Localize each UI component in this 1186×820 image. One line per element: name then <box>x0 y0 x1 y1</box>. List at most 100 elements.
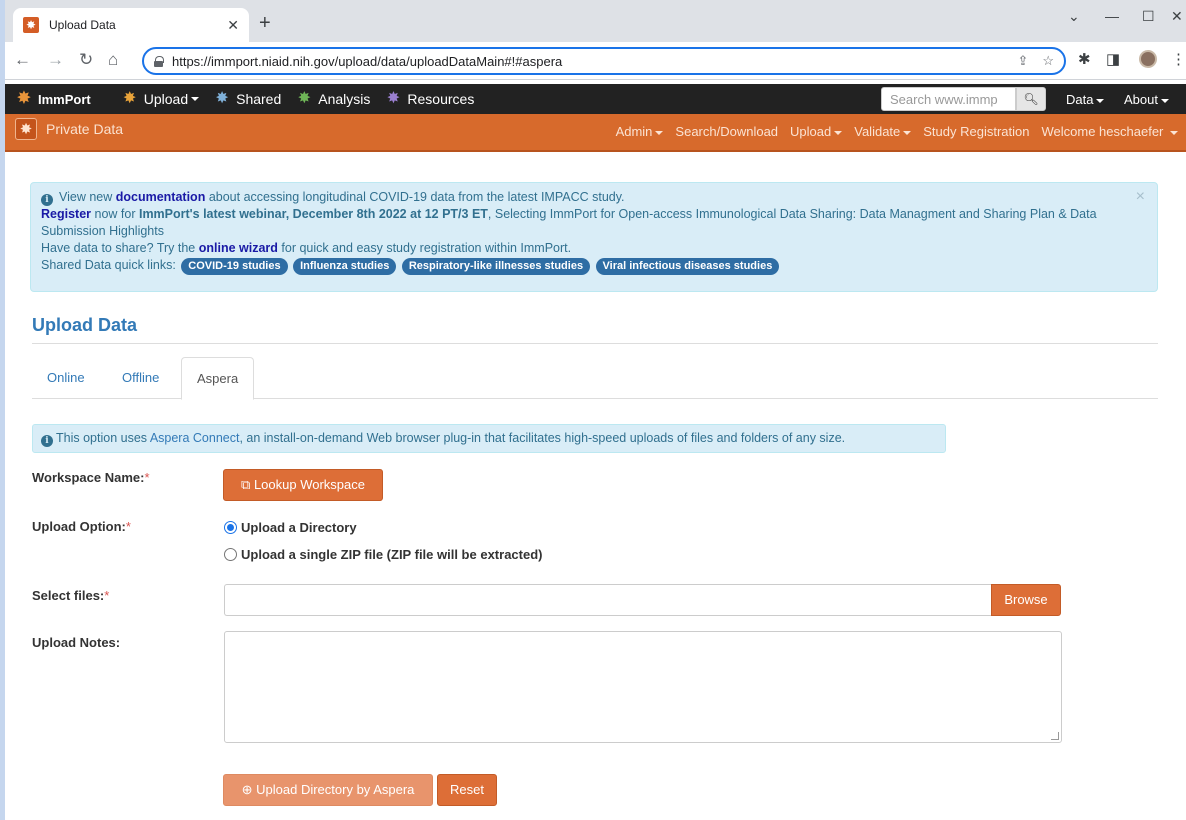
tab-search-chevron-icon[interactable]: ⌄ <box>1068 8 1080 25</box>
resize-handle-icon[interactable] <box>1051 732 1059 740</box>
caret-icon <box>1096 98 1105 103</box>
select-files-label: Select files:* <box>32 588 109 603</box>
quick-link-viral[interactable]: Viral infectious diseases studies <box>595 258 780 275</box>
lookup-workspace-button[interactable]: ⧉ Lookup Workspace <box>223 469 383 501</box>
required-mark: * <box>104 588 110 603</box>
new-tab-icon[interactable]: + <box>259 13 271 33</box>
option-directory-row[interactable]: Upload a Directory <box>224 520 357 535</box>
maximize-icon[interactable]: ☐ <box>1142 8 1155 25</box>
caret-icon <box>655 130 664 135</box>
alert-text: about accessing longitudinal COVID-19 da… <box>205 190 625 204</box>
private-data-brand[interactable]: ✸ Private Data <box>15 118 123 140</box>
nav-about-label: About <box>1124 92 1158 107</box>
option-directory-radio[interactable] <box>224 521 237 534</box>
privnav-user-label: Welcome heschaefer <box>1041 124 1164 139</box>
alert-quick-links: Shared Data quick links: COVID-19 studie… <box>41 257 1147 275</box>
nav-data-label: Data <box>1066 92 1094 107</box>
select-files-text: Select files: <box>32 588 105 603</box>
selected-files-field[interactable] <box>224 584 992 616</box>
immport-logo-icon: ✸ <box>17 90 31 107</box>
upload-notes-textarea[interactable] <box>224 631 1062 743</box>
workspace-label-text: Workspace Name: <box>32 470 145 485</box>
reload-icon[interactable]: ↻ <box>79 51 93 68</box>
close-window-icon[interactable]: ✕ <box>1171 8 1183 25</box>
option-zip-radio[interactable] <box>224 548 237 561</box>
tab-title: Upload Data <box>49 18 116 32</box>
immport-brand-link[interactable]: ✸ ImmPort <box>15 90 91 108</box>
privnav-search-download-link[interactable]: Search/Download <box>675 124 778 139</box>
info-circle-icon: i <box>41 194 53 206</box>
tab-online[interactable]: Online <box>32 357 100 399</box>
register-link[interactable]: Register <box>41 207 91 221</box>
info-text: This option uses <box>56 431 150 445</box>
private-nav-links: Admin Search/Download Upload Validate St… <box>604 124 1178 139</box>
alert-line-wizard: Have data to share? Try the online wizar… <box>41 240 1147 257</box>
arrow-circle-up-icon: ⊕ <box>241 782 253 797</box>
online-wizard-link[interactable]: online wizard <box>199 241 278 255</box>
nav-data-menu[interactable]: Data <box>1066 92 1105 107</box>
tab-aspera[interactable]: Aspera <box>181 357 255 400</box>
immport-navbar: ✸ ImmPort ✸ Upload ✸ Shared ✸ Analysis ✸… <box>5 84 1186 114</box>
nav-about-menu[interactable]: About <box>1124 92 1169 107</box>
option-directory-label: Upload a Directory <box>241 520 357 535</box>
private-data-label: Private Data <box>46 121 124 137</box>
required-mark: * <box>144 470 150 485</box>
privnav-user-menu[interactable]: Welcome heschaefer <box>1041 124 1178 139</box>
alert-text: for quick and easy study registration wi… <box>277 241 572 255</box>
alert-line-documentation: i View new documentation about accessing … <box>41 189 1147 206</box>
nav-upload-menu[interactable]: ✸ Upload <box>121 90 200 108</box>
option-zip-row[interactable]: Upload a single ZIP file (ZIP file will … <box>224 547 542 562</box>
privnav-validate-menu[interactable]: Validate <box>854 124 912 139</box>
nav-resources-label: Resources <box>407 91 475 107</box>
privnav-admin-menu[interactable]: Admin <box>616 124 664 139</box>
site-search-input[interactable]: Search www.immp <box>881 87 1016 111</box>
browser-tab[interactable]: ✸ Upload Data ✕ <box>13 8 249 42</box>
side-panel-icon[interactable]: ◨ <box>1106 52 1120 67</box>
privnav-validate-label: Validate <box>854 124 901 139</box>
privnav-upload-menu[interactable]: Upload <box>790 124 843 139</box>
required-mark: * <box>125 519 131 534</box>
nav-analysis-label: Analysis <box>318 91 371 107</box>
caret-icon <box>834 130 843 135</box>
kebab-menu-icon[interactable]: ⋮ <box>1171 52 1186 67</box>
bookmark-star-icon[interactable]: ☆ <box>1042 53 1054 69</box>
private-data-navbar: ✸ Private Data Admin Search/Download Upl… <box>5 114 1186 152</box>
tab-offline[interactable]: Offline <box>107 357 174 399</box>
webinar-title: ImmPort's latest webinar, December 8th 2… <box>138 207 488 221</box>
option-zip-label: Upload a single ZIP file (ZIP file will … <box>241 547 543 562</box>
address-bar[interactable]: https://immport.niaid.nih.gov/upload/dat… <box>142 47 1066 75</box>
forward-arrow-icon[interactable]: → <box>47 51 64 68</box>
back-arrow-icon[interactable]: ← <box>14 51 31 68</box>
search-icon[interactable]: 🔍︎ <box>1016 87 1046 111</box>
tab-close-icon[interactable]: ✕ <box>227 17 239 34</box>
lookup-workspace-label: Lookup Workspace <box>253 477 365 492</box>
minimize-icon[interactable]: — <box>1105 8 1119 24</box>
home-icon[interactable]: ⌂ <box>108 51 118 68</box>
share-icon[interactable]: ⇪ <box>1017 53 1028 69</box>
url-text[interactable]: https://immport.niaid.nih.gov/upload/dat… <box>172 54 1003 69</box>
nav-resources-link[interactable]: ✸ Resources <box>384 90 475 108</box>
privnav-study-registration-link[interactable]: Study Registration <box>923 124 1029 139</box>
extensions-puzzle-icon[interactable]: ✱ <box>1078 52 1091 67</box>
quick-link-influenza[interactable]: Influenza studies <box>293 258 397 275</box>
quick-link-covid[interactable]: COVID-19 studies <box>181 258 288 275</box>
alert-close-icon[interactable]: × <box>1136 188 1145 205</box>
caret-icon <box>1160 98 1169 103</box>
quick-link-respiratory[interactable]: Respiratory-like illnesses studies <box>401 258 591 275</box>
aspera-info-message: i This option uses Aspera Connect, an ins… <box>32 424 946 453</box>
caret-icon <box>903 130 912 135</box>
alert-line-webinar: Register now for ImmPort's latest webina… <box>41 206 1147 240</box>
upload-button-label: Upload Directory by Aspera <box>256 782 415 797</box>
upload-directory-by-aspera-button[interactable]: ⊕ Upload Directory by Aspera <box>223 774 433 806</box>
shared-star-icon: ✸ <box>215 90 229 107</box>
lock-icon[interactable] <box>154 55 164 67</box>
profile-avatar[interactable] <box>1139 50 1157 68</box>
documentation-link[interactable]: documentation <box>116 190 206 204</box>
brand-label: ImmPort <box>38 91 91 107</box>
nav-shared-link[interactable]: ✸ Shared <box>213 90 281 108</box>
info-text: , an install-on-demand Web browser plug-… <box>239 431 846 445</box>
browse-button[interactable]: Browse <box>991 584 1061 616</box>
nav-analysis-link[interactable]: ✸ Analysis <box>295 90 371 108</box>
alert-text: Have data to share? Try the <box>41 241 199 255</box>
reset-button[interactable]: Reset <box>437 774 497 806</box>
